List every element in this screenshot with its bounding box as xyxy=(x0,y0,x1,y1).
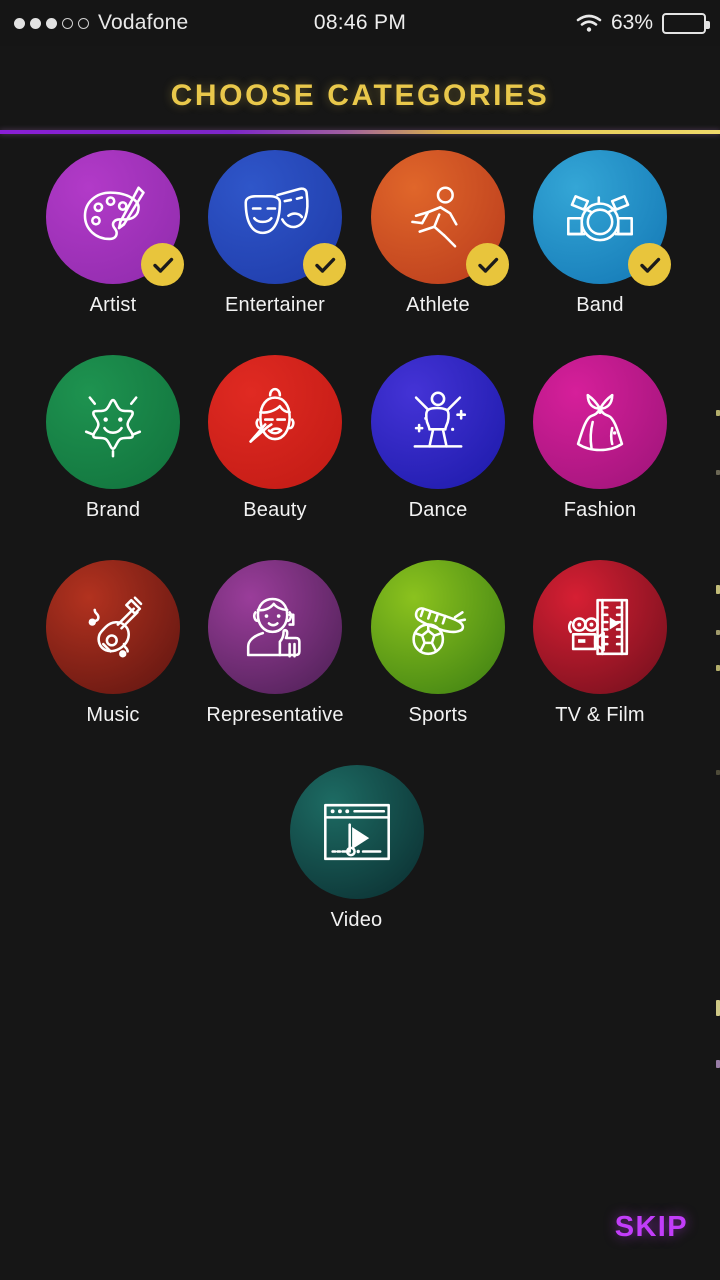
edge-artifact xyxy=(716,770,720,775)
category-label: Brand xyxy=(85,499,141,521)
battery-percentage: 63% xyxy=(610,11,653,34)
category-bubble-tvfilm[interactable] xyxy=(533,560,667,694)
signal-strength-icon xyxy=(14,17,89,29)
category-item-sports[interactable]: Sports xyxy=(353,560,523,727)
category-bubble-sports[interactable] xyxy=(371,560,505,694)
category-item-dance[interactable]: Dance xyxy=(353,355,523,522)
category-label: Sports xyxy=(408,704,468,726)
paint-palette-icon xyxy=(74,178,152,256)
category-item-band[interactable]: Band xyxy=(515,150,685,317)
wifi-icon xyxy=(576,13,602,33)
thumbs-up-agent-icon xyxy=(236,588,314,666)
category-item-entertainer[interactable]: Entertainer xyxy=(190,150,360,317)
category-label: Representative xyxy=(206,704,344,726)
category-bubble-artist[interactable] xyxy=(46,150,184,286)
edge-artifact xyxy=(716,1060,720,1068)
category-item-representative[interactable]: Representative xyxy=(190,560,360,727)
selected-check-badge xyxy=(303,243,346,286)
category-item-fashion[interactable]: Fashion xyxy=(515,355,685,522)
theater-masks-icon xyxy=(236,178,314,256)
category-item-brand[interactable]: Brand xyxy=(28,355,198,522)
category-bubble-video[interactable] xyxy=(289,765,424,899)
category-item-tvfilm[interactable]: TV & Film xyxy=(515,560,685,727)
category-bubble-beauty[interactable] xyxy=(208,355,342,489)
category-item-video[interactable]: Video xyxy=(272,765,442,932)
dress-icon xyxy=(561,383,639,461)
category-label: Entertainer xyxy=(224,294,326,316)
category-item-athlete[interactable]: Athlete xyxy=(353,150,523,317)
category-label: Athlete xyxy=(406,294,470,316)
category-bubble-music[interactable] xyxy=(46,560,180,694)
category-bubble-band[interactable] xyxy=(533,150,671,286)
category-bubble-representative[interactable] xyxy=(208,560,342,694)
category-item-music[interactable]: Music xyxy=(28,560,198,727)
skip-button[interactable]: SKIP xyxy=(615,1211,688,1244)
category-row: Brand Beauty Dance Fashion xyxy=(0,355,720,560)
selected-check-badge xyxy=(628,243,671,286)
battery-icon xyxy=(662,12,710,34)
category-bubble-dance[interactable] xyxy=(371,355,505,489)
edge-artifact xyxy=(716,1000,720,1016)
app-screen: Vodafone 08:46 PM 63% CHOOSE CATEGORIES xyxy=(0,0,720,1280)
smiling-star-icon xyxy=(74,383,152,461)
edge-artifact xyxy=(716,665,720,671)
category-row: Video xyxy=(0,765,720,970)
category-label: Fashion xyxy=(563,499,637,521)
edge-artifact xyxy=(716,470,720,475)
category-item-artist[interactable]: Artist xyxy=(28,150,198,317)
dancing-person-icon xyxy=(399,383,477,461)
category-grid: Artist Entertainer Athlete Band Brand Be… xyxy=(0,150,720,970)
drum-kit-icon xyxy=(561,178,639,256)
category-label: Dance xyxy=(408,499,468,521)
selected-check-badge xyxy=(141,243,184,286)
header-divider xyxy=(0,130,720,134)
edge-artifact xyxy=(716,585,720,594)
category-label: TV & Film xyxy=(555,704,645,726)
category-bubble-brand[interactable] xyxy=(46,355,180,489)
category-row: Music Representative Sports TV & Film xyxy=(0,560,720,765)
category-item-beauty[interactable]: Beauty xyxy=(190,355,360,522)
face-makeup-icon xyxy=(236,383,314,461)
soccer-boot-icon xyxy=(399,588,477,666)
carrier-name: Vodafone xyxy=(98,11,189,34)
selected-check-badge xyxy=(466,243,509,286)
category-label: Artist xyxy=(89,294,137,316)
edge-artifact xyxy=(716,410,720,416)
edge-artifact xyxy=(716,630,720,635)
status-bar: Vodafone 08:46 PM 63% xyxy=(0,0,720,46)
category-label: Band xyxy=(576,294,624,316)
category-bubble-entertainer[interactable] xyxy=(208,150,346,286)
video-player-icon xyxy=(318,793,396,871)
category-label: Video xyxy=(330,909,383,931)
category-bubble-fashion[interactable] xyxy=(533,355,667,489)
running-person-icon xyxy=(399,178,477,256)
category-label: Beauty xyxy=(243,499,307,521)
category-label: Music xyxy=(86,704,140,726)
page-title: CHOOSE CATEGORIES xyxy=(170,79,550,112)
category-row: Artist Entertainer Athlete Band xyxy=(0,150,720,355)
film-camera-icon xyxy=(561,588,639,666)
category-bubble-athlete[interactable] xyxy=(371,150,509,286)
status-bar-right: 63% xyxy=(576,11,710,35)
guitar-icon xyxy=(74,588,152,666)
status-bar-left: Vodafone xyxy=(14,11,188,35)
